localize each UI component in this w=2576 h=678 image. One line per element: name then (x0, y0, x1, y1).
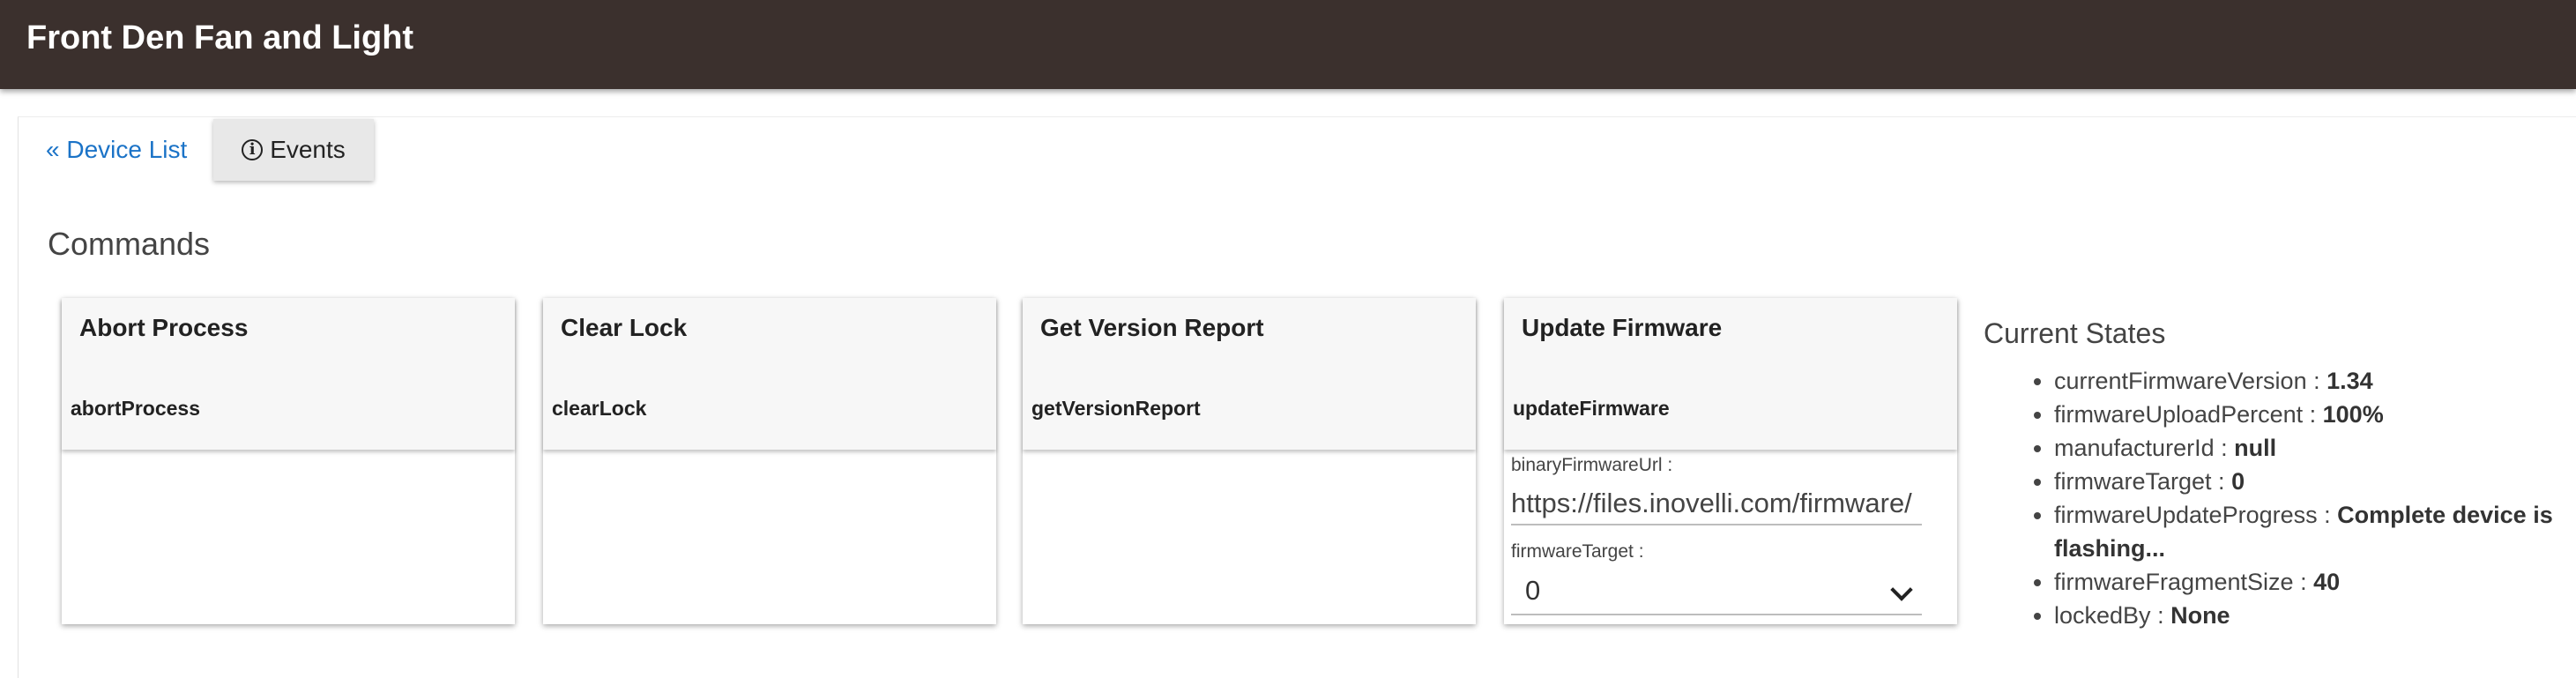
state-item: firmwareFragmentSize : 40 (2054, 565, 2576, 599)
command-name: updateFirmware (1513, 397, 1670, 420)
command-button-update-firmware[interactable]: Update Firmware updateFirmware (1504, 298, 1957, 450)
binary-firmware-url-label: binaryFirmwareUrl : (1511, 455, 1673, 475)
state-item: firmwareTarget : 0 (2054, 465, 2576, 498)
firmware-target-select[interactable]: 0 (1511, 568, 1922, 615)
command-card-abort-process: Abort Process abortProcess (62, 298, 515, 624)
command-card-clear-lock: Clear Lock clearLock (543, 298, 996, 624)
state-item: currentFirmwareVersion : 1.34 (2054, 364, 2576, 398)
binary-firmware-url-input[interactable] (1511, 483, 1922, 525)
command-card-get-version-report: Get Version Report getVersionReport (1023, 298, 1476, 624)
firmware-target-label: firmwareTarget : (1511, 541, 1644, 562)
command-title: Abort Process (79, 314, 249, 341)
command-name: clearLock (552, 397, 647, 420)
state-item: lockedBy : None (2054, 599, 2576, 632)
commands-title: Commands (48, 226, 211, 262)
command-button-get-version-report[interactable]: Get Version Report getVersionReport (1023, 298, 1476, 450)
events-label: Events (270, 136, 346, 163)
command-card-update-firmware: Update Firmware updateFirmware binaryFir… (1504, 298, 1957, 624)
info-icon: i (242, 139, 264, 160)
state-item: manufacturerId : null (2054, 431, 2576, 465)
firmware-target-value: 0 (1525, 575, 1541, 606)
device-title: Front Den Fan and Light (26, 19, 414, 56)
state-item: firmwareUpdateProgress : Complete device… (2054, 498, 2576, 565)
command-button-clear-lock[interactable]: Clear Lock clearLock (543, 298, 996, 450)
command-title: Update Firmware (1522, 314, 1723, 341)
state-item: firmwareUploadPercent : 100% (2054, 398, 2576, 431)
top-bar: Front Den Fan and Light (0, 0, 2576, 89)
command-title: Get Version Report (1040, 314, 1264, 341)
command-title: Clear Lock (561, 314, 688, 341)
events-button[interactable]: i Events (213, 119, 374, 181)
states-list: currentFirmwareVersion : 1.34 firmwareUp… (1984, 364, 2576, 632)
chevron-down-icon (1890, 578, 1913, 601)
current-states: Current States currentFirmwareVersion : … (1984, 317, 2576, 632)
command-button-abort-process[interactable]: Abort Process abortProcess (62, 298, 515, 450)
device-list-link[interactable]: « Device List (46, 136, 187, 164)
command-name: abortProcess (71, 397, 201, 420)
command-name: getVersionReport (1031, 397, 1201, 420)
current-states-title: Current States (1984, 317, 2166, 349)
